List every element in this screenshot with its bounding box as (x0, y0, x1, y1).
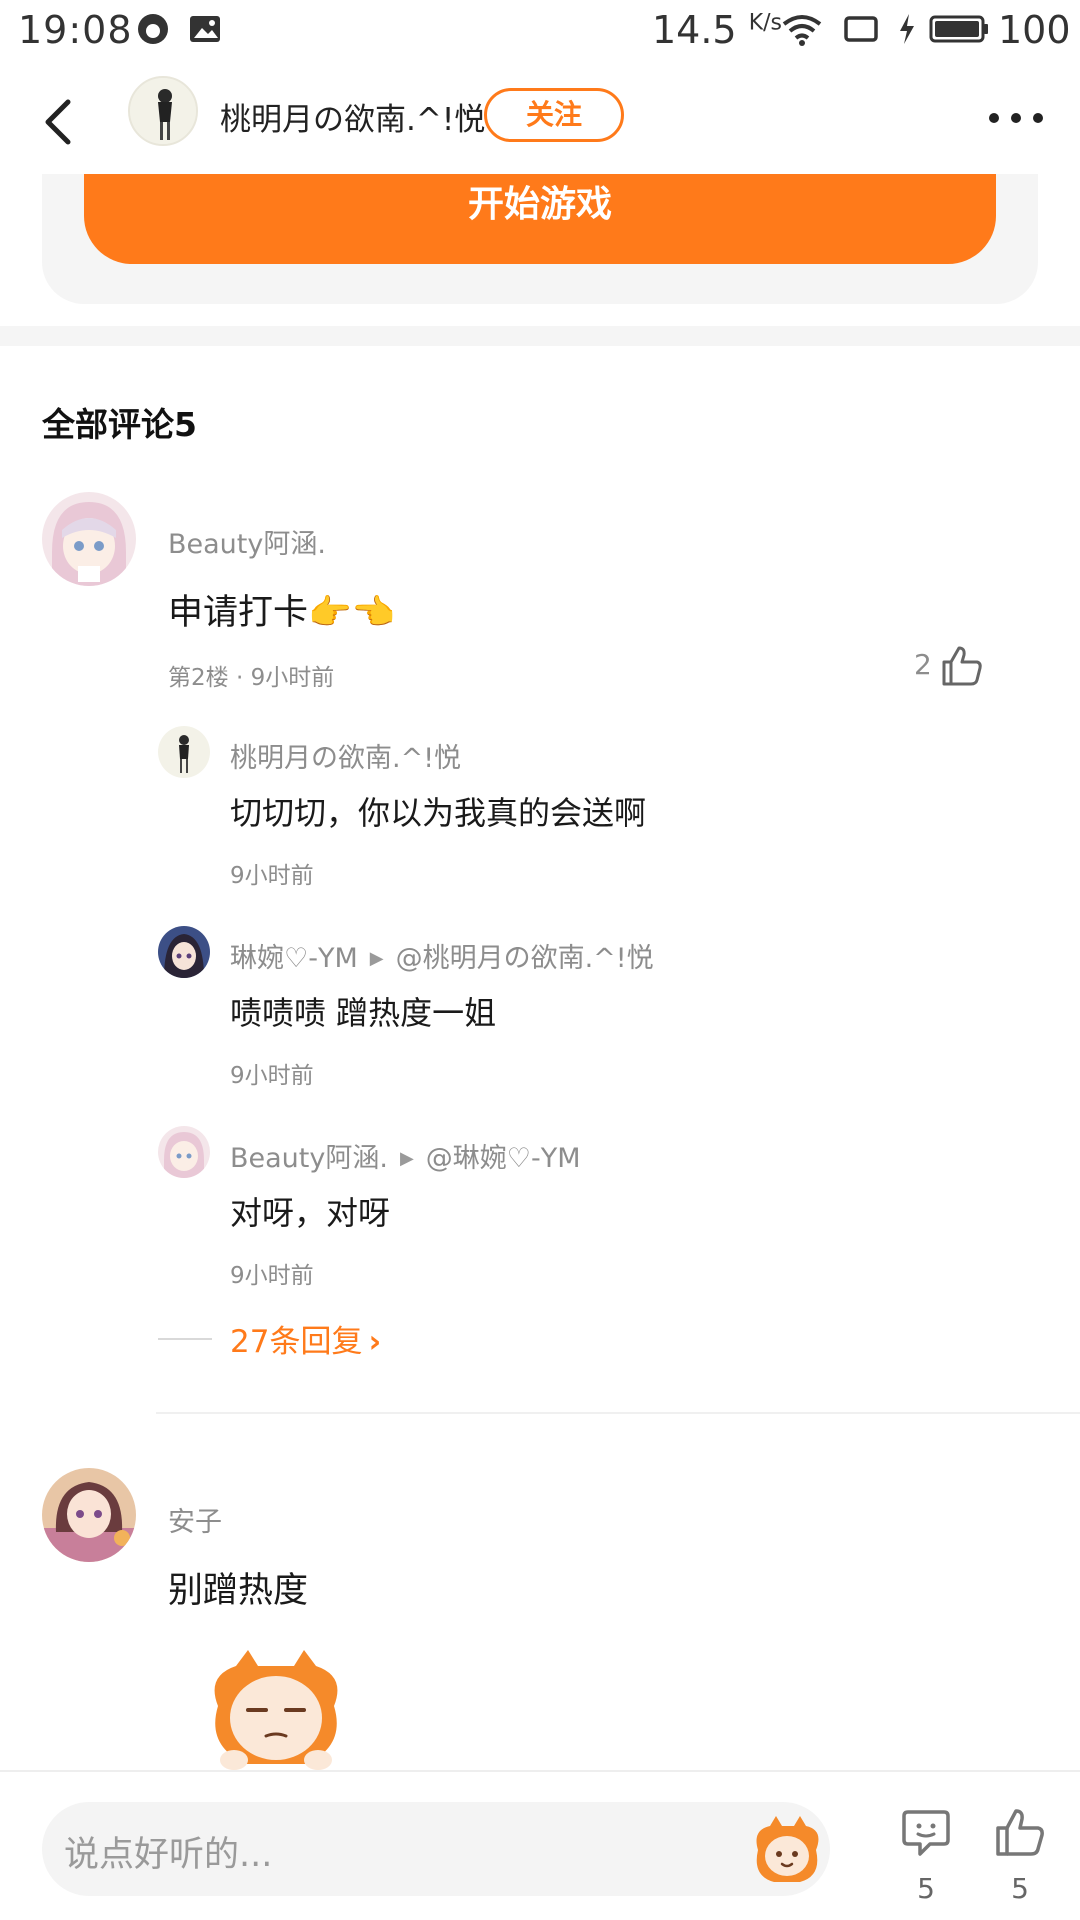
sticker-picker-icon[interactable] (748, 1810, 826, 1888)
battery-level: 100 (998, 8, 1071, 52)
reply-avatar[interactable] (158, 926, 210, 978)
wifi-icon (782, 15, 822, 46)
more-dots-icon[interactable] (986, 108, 1046, 128)
follow-button[interactable]: 关注 (484, 88, 624, 142)
reply-text: 切切切，你以为我真的会送啊 (230, 794, 647, 832)
back-arrow-icon[interactable] (36, 94, 86, 150)
comment-text: 别蹭热度 (168, 1571, 309, 1611)
reply-arrow-icon: ▶ (369, 948, 384, 969)
author-username[interactable]: 桃明月の欲南.^!悦 (220, 94, 485, 139)
section-divider (0, 326, 1080, 346)
comment-text: 申请打卡👉👈 (168, 593, 396, 633)
reply-avatar[interactable] (158, 726, 210, 778)
reply-time: 9小时前 (230, 863, 314, 889)
comment-input[interactable]: 说点好听的... (42, 1802, 830, 1896)
reply-time: 9小时前 (230, 1263, 314, 1289)
network-speed-unit: K/s (748, 10, 783, 36)
image-notification-icon (190, 16, 220, 42)
comment-count: 5 (917, 1872, 935, 1905)
reply-text: 啧啧啧 蹭热度一姐 (230, 994, 497, 1032)
comment-like-count: 2 (914, 648, 932, 681)
network-speed-value: 14.5 (652, 8, 737, 52)
app-notification-icon (138, 14, 168, 44)
status-time: 19:08 (18, 8, 133, 52)
reply-username[interactable]: Beauty阿涵. (230, 1143, 388, 1174)
reply-avatar[interactable] (158, 1126, 210, 1178)
reply-mention[interactable]: @桃明月の欲南.^!悦 (396, 943, 654, 974)
comment-username[interactable]: Beauty阿涵. (168, 522, 326, 561)
start-game-button[interactable]: 开始游戏 (84, 174, 996, 264)
comment-divider (156, 1412, 1080, 1414)
comment-input-placeholder: 说点好听的... (64, 1835, 273, 1875)
reply-header: 琳婉♡-YM ▶ @桃明月の欲南.^!悦 (230, 936, 654, 975)
thumbs-up-icon[interactable] (940, 644, 984, 688)
top-navigation: 桃明月の欲南.^!悦 关注 (0, 64, 1080, 174)
reply-username[interactable]: 琳婉♡-YM (230, 943, 358, 974)
bottom-action-bar: 说点好听的... 5 5 (0, 1770, 1080, 1920)
author-avatar[interactable] (128, 76, 198, 146)
reply-text: 对呀，对呀 (230, 1194, 391, 1232)
charging-icon (900, 14, 914, 44)
view-more-replies-link[interactable]: 27条回复 › (230, 1316, 381, 1361)
more-replies-line (158, 1338, 212, 1340)
status-bar: 19:08 14.5 K/s 100 (0, 0, 1080, 64)
thumbs-up-icon[interactable] (994, 1806, 1046, 1858)
battery-icon (929, 15, 988, 43)
mascot-sticker-icon (214, 1650, 338, 1770)
comment-meta: 第2楼 · 9小时前 (168, 665, 335, 691)
like-count: 5 (1011, 1872, 1029, 1905)
avatar[interactable] (42, 1468, 136, 1562)
screen-rotate-icon (844, 16, 878, 42)
network-speed: 14.5 K/s (652, 8, 782, 52)
more-replies-label: 27条回复 (230, 1324, 363, 1360)
comment-bubble-icon[interactable] (900, 1806, 952, 1858)
comment-username[interactable]: 安子 (168, 1500, 222, 1539)
reply-time: 9小时前 (230, 1063, 314, 1089)
reply-header: Beauty阿涵. ▶ @琳婉♡-YM (230, 1136, 581, 1175)
reply-arrow-icon: ▶ (399, 1148, 414, 1169)
reply-mention[interactable]: @琳婉♡-YM (426, 1143, 581, 1174)
comments-section-title: 全部评论5 (42, 405, 197, 444)
avatar[interactable] (42, 492, 136, 586)
chevron-right-icon: › (368, 1324, 382, 1360)
reply-username[interactable]: 桃明月の欲南.^!悦 (230, 736, 461, 775)
